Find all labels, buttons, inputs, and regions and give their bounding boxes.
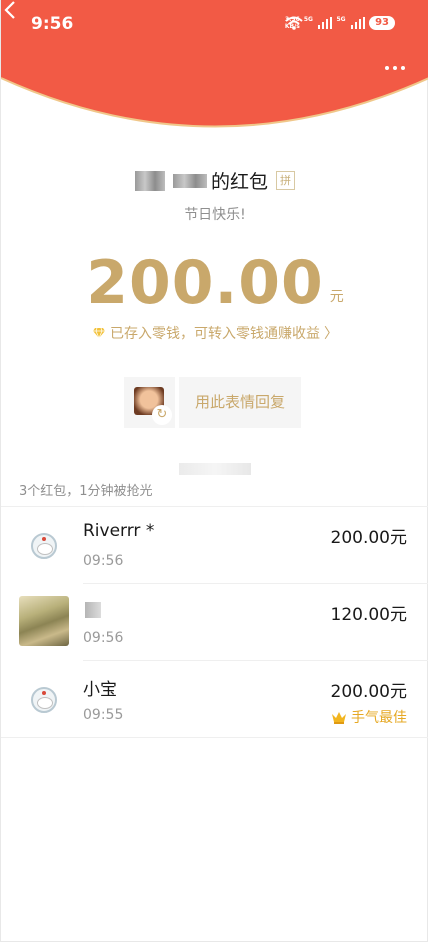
sticker-thumbnail[interactable]: ↻	[124, 377, 175, 428]
best-luck-badge: 手气最佳	[331, 707, 407, 727]
sender-title: 的红包	[210, 171, 268, 193]
doraemon-avatar	[19, 521, 69, 571]
amount-unit: 元	[329, 289, 344, 305]
divider	[1, 737, 428, 738]
recipient-name: 小宝	[83, 680, 117, 700]
landscape-avatar	[19, 596, 69, 646]
received-amount: 200.00	[86, 248, 324, 318]
recipient-name: Riverrr *	[83, 521, 155, 541]
more-dots-icon[interactable]	[385, 66, 405, 70]
recipient-amount: 200.00元	[330, 682, 407, 702]
sender-avatar-blur	[134, 170, 165, 191]
recipient-row[interactable]: 小宝 09:55 200.00元 手气最佳	[1, 661, 428, 737]
status-time: 9:56	[31, 14, 74, 34]
red-packet-detail-page: 9:56 3.96 KB/s 5G 5G 93 的红包 拼 节日快乐! 200.…	[0, 0, 428, 942]
refresh-icon[interactable]: ↻	[152, 405, 172, 425]
recipient-row[interactable]: 09:56 120.00元	[1, 584, 428, 660]
battery-indicator: 93	[369, 16, 395, 30]
faded-overlay-text	[179, 463, 251, 475]
recipient-time: 09:56	[83, 630, 124, 646]
sender-name-blur	[172, 173, 207, 188]
reply-with-sticker-button[interactable]: 用此表情回复	[179, 377, 301, 428]
chevron-right-icon: 〉	[324, 326, 338, 342]
recipient-amount: 120.00元	[330, 605, 407, 625]
signal-icon-2	[350, 17, 366, 29]
chevron-left-icon[interactable]	[1, 0, 21, 20]
recipient-time: 09:55	[83, 707, 124, 723]
amount-block: 200.00 元	[1, 250, 428, 316]
pin-badge: 拼	[276, 171, 295, 190]
best-luck-text: 手气最佳	[351, 710, 407, 726]
status-icons: 3.96 KB/s 5G 5G 93	[285, 16, 395, 30]
greeting-text: 节日快乐!	[184, 207, 246, 223]
recipient-time: 09:56	[83, 553, 124, 569]
gem-icon	[93, 327, 105, 339]
signal-icon	[317, 17, 333, 29]
red-header: 9:56 3.96 KB/s 5G 5G 93	[1, 0, 428, 134]
recipient-amount: 200.00元	[330, 528, 407, 548]
recipient-name-blur	[85, 602, 101, 618]
sender-line: 的红包 拼	[1, 167, 428, 194]
signal-label-1: 5G	[303, 16, 313, 23]
wifi-icon	[285, 16, 303, 30]
wallet-note-link[interactable]: 已存入零钱，可转入零钱通赚收益 〉	[1, 323, 428, 343]
status-bar: 9:56 3.96 KB/s 5G 5G 93	[1, 0, 428, 52]
signal-label-2: 5G	[336, 16, 346, 23]
crown-icon	[332, 711, 346, 724]
wallet-note-text: 已存入零钱，可转入零钱通赚收益	[110, 326, 320, 342]
doraemon-avatar	[19, 675, 69, 725]
claim-summary: 3个红包，1分钟被抢光	[19, 484, 153, 499]
recipient-row[interactable]: Riverrr * 09:56 200.00元	[1, 507, 428, 583]
